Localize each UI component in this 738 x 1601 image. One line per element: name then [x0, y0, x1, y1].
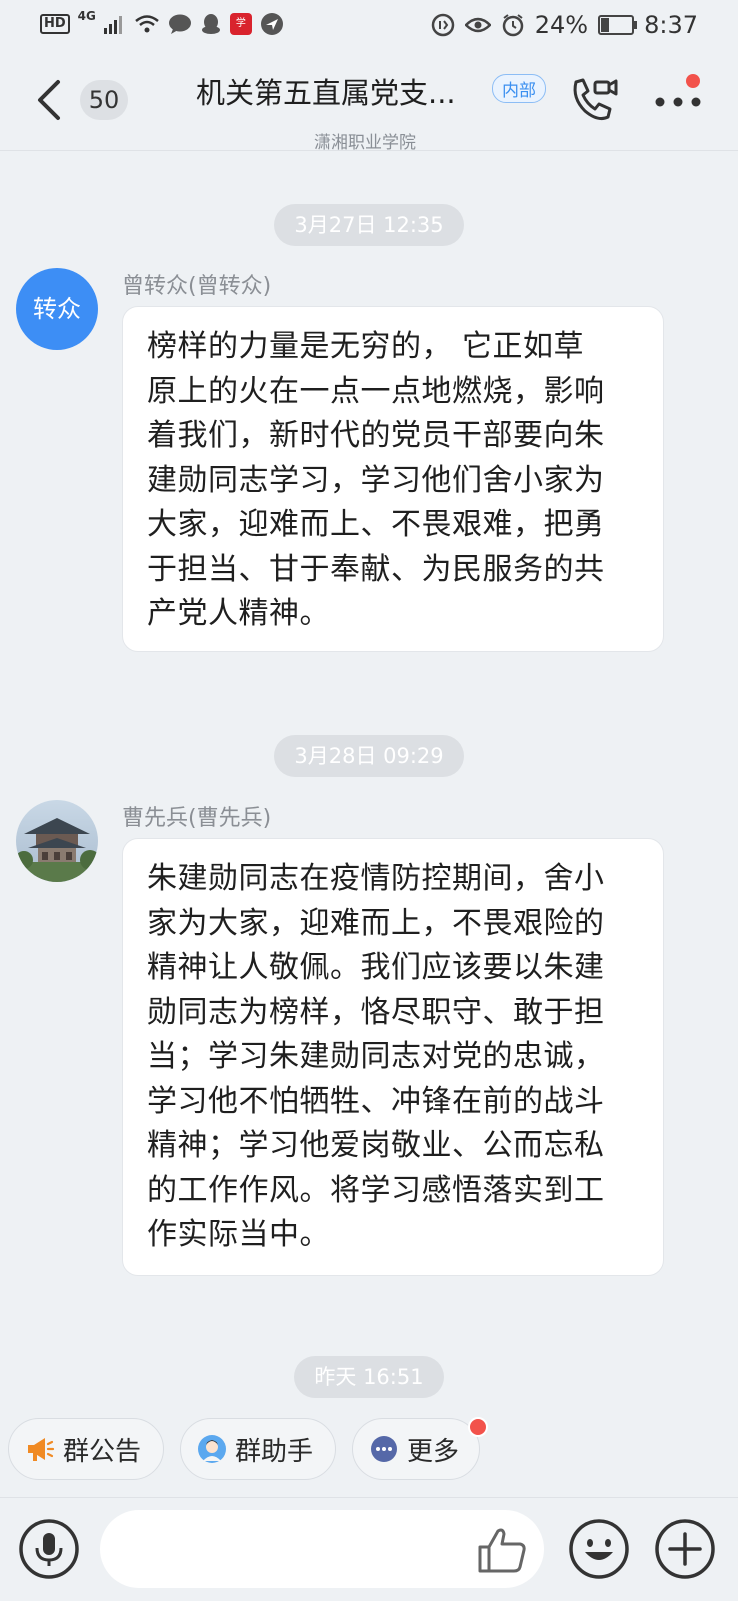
message-line: 的工作作风。将学习感悟落实到工: [147, 1172, 605, 1208]
more-actions-button[interactable]: 更多: [352, 1418, 480, 1480]
wifi-icon: [135, 15, 159, 33]
message-line: 产党人精神。: [147, 596, 330, 631]
timestamp-pill: 3月27日 12:35: [274, 204, 464, 246]
message-line: 榜样的力量是无穷的， 它正如草: [147, 329, 585, 364]
status-bar: HD 4G 学 24% 8:37: [0, 0, 738, 50]
input-bar: [0, 1497, 738, 1601]
avatar[interactable]: [16, 800, 98, 882]
battery-fill: [601, 18, 609, 32]
more-notification-dot: [468, 1417, 488, 1437]
message-line: 作实际当中。: [147, 1217, 330, 1252]
message-line: 精神；学习他爱岗敬业、公而忘私: [147, 1128, 605, 1163]
message-line: 建勋同志学习，学习他们舍小家为: [147, 462, 605, 498]
message-bubble[interactable]: 榜样的力量是无穷的， 它正如草 原上的火在一点一点地燃烧，影响 着我们，新时代的…: [122, 306, 664, 652]
status-right: 24% 8:37: [431, 11, 698, 39]
emoji-icon[interactable]: [568, 1518, 630, 1580]
message-line: 家为大家，迎难而上，不畏艰险的: [147, 905, 605, 941]
clock: 8:37: [644, 11, 698, 39]
thumbs-up-icon[interactable]: [476, 1525, 528, 1575]
chat-title: 机关第五直属党支...: [196, 76, 456, 110]
group-announcement-button[interactable]: 群公告: [8, 1418, 164, 1480]
battery-percent: 24%: [534, 11, 589, 39]
eye-comfort-icon: [464, 17, 491, 33]
signal-icon: [103, 16, 122, 34]
add-attachment-icon[interactable]: [654, 1518, 716, 1580]
alarm-icon: [502, 14, 523, 37]
message-line: 勋同志为榜样，恪尽职守、敢于担: [147, 994, 605, 1030]
chip-label: 更多: [407, 1436, 460, 1467]
chip-label: 群助手: [235, 1436, 314, 1467]
message-line: 着我们，新时代的党员干部要向朱: [147, 418, 605, 453]
message-line: 于担当、甘于奉献、为民服务的共: [147, 551, 605, 587]
network-type: 4G: [77, 9, 96, 23]
timestamp-pill: 3月28日 09:29: [274, 735, 464, 777]
more-options-icon[interactable]: [652, 86, 704, 116]
unread-count-badge[interactable]: 50: [80, 80, 128, 120]
group-assistant-button[interactable]: 群助手: [180, 1418, 336, 1480]
chat-subtitle: 潇湘职业学院: [314, 133, 416, 153]
message-line: 朱建勋同志在疫情防控期间，舍小: [147, 861, 605, 896]
message-line: 当；学习朱建勋同志对党的忠诚，: [147, 1039, 605, 1074]
navigation-icon: [260, 13, 283, 35]
chat-title-area[interactable]: 机关第五直属党支... 内部 潇湘职业学院: [196, 70, 556, 153]
qq-icon: [201, 14, 220, 34]
message-bubble[interactable]: 朱建勋同志在疫情防控期间，舍小 家为大家，迎难而上，不畏艰险的 精神让人敬佩。我…: [122, 838, 664, 1276]
chip-label: 群公告: [63, 1436, 142, 1467]
avatar[interactable]: 转众: [16, 268, 98, 350]
sender-name: 曾转众(曾转众): [122, 274, 272, 299]
message-line: 学习他不怕牺牲、冲锋在前的战斗: [147, 1083, 605, 1119]
sender-name: 曹先兵(曹先兵): [122, 806, 272, 831]
notification-dot: [686, 74, 700, 88]
chat-header: 50 机关第五直属党支... 内部 潇湘职业学院: [0, 50, 738, 153]
back-arrow-icon[interactable]: [30, 78, 70, 122]
message-line: 原上的火在一点一点地燃烧，影响: [147, 373, 605, 409]
hd-indicator: HD: [40, 14, 70, 34]
message-line: 大家，迎难而上、不畏艰难，把勇: [147, 507, 605, 542]
message-line: 精神让人敬佩。我们应该要以朱建: [147, 950, 605, 985]
assistant-avatar-icon: [198, 1435, 226, 1463]
app-notification-icon: 学: [229, 13, 252, 35]
internal-badge: 内部: [492, 74, 546, 103]
timestamp-pill: 昨天 16:51: [294, 1356, 444, 1398]
megaphone-icon: [28, 1438, 55, 1461]
data-saver-icon: [431, 13, 454, 37]
pavilion-photo-icon: [16, 800, 98, 882]
more-dots-icon: [371, 1436, 397, 1462]
video-call-icon[interactable]: [568, 76, 618, 124]
status-left: HD 4G 学: [40, 9, 284, 36]
message-icon: [168, 14, 191, 34]
voice-input-icon[interactable]: [18, 1518, 80, 1580]
battery-icon: [598, 15, 638, 35]
